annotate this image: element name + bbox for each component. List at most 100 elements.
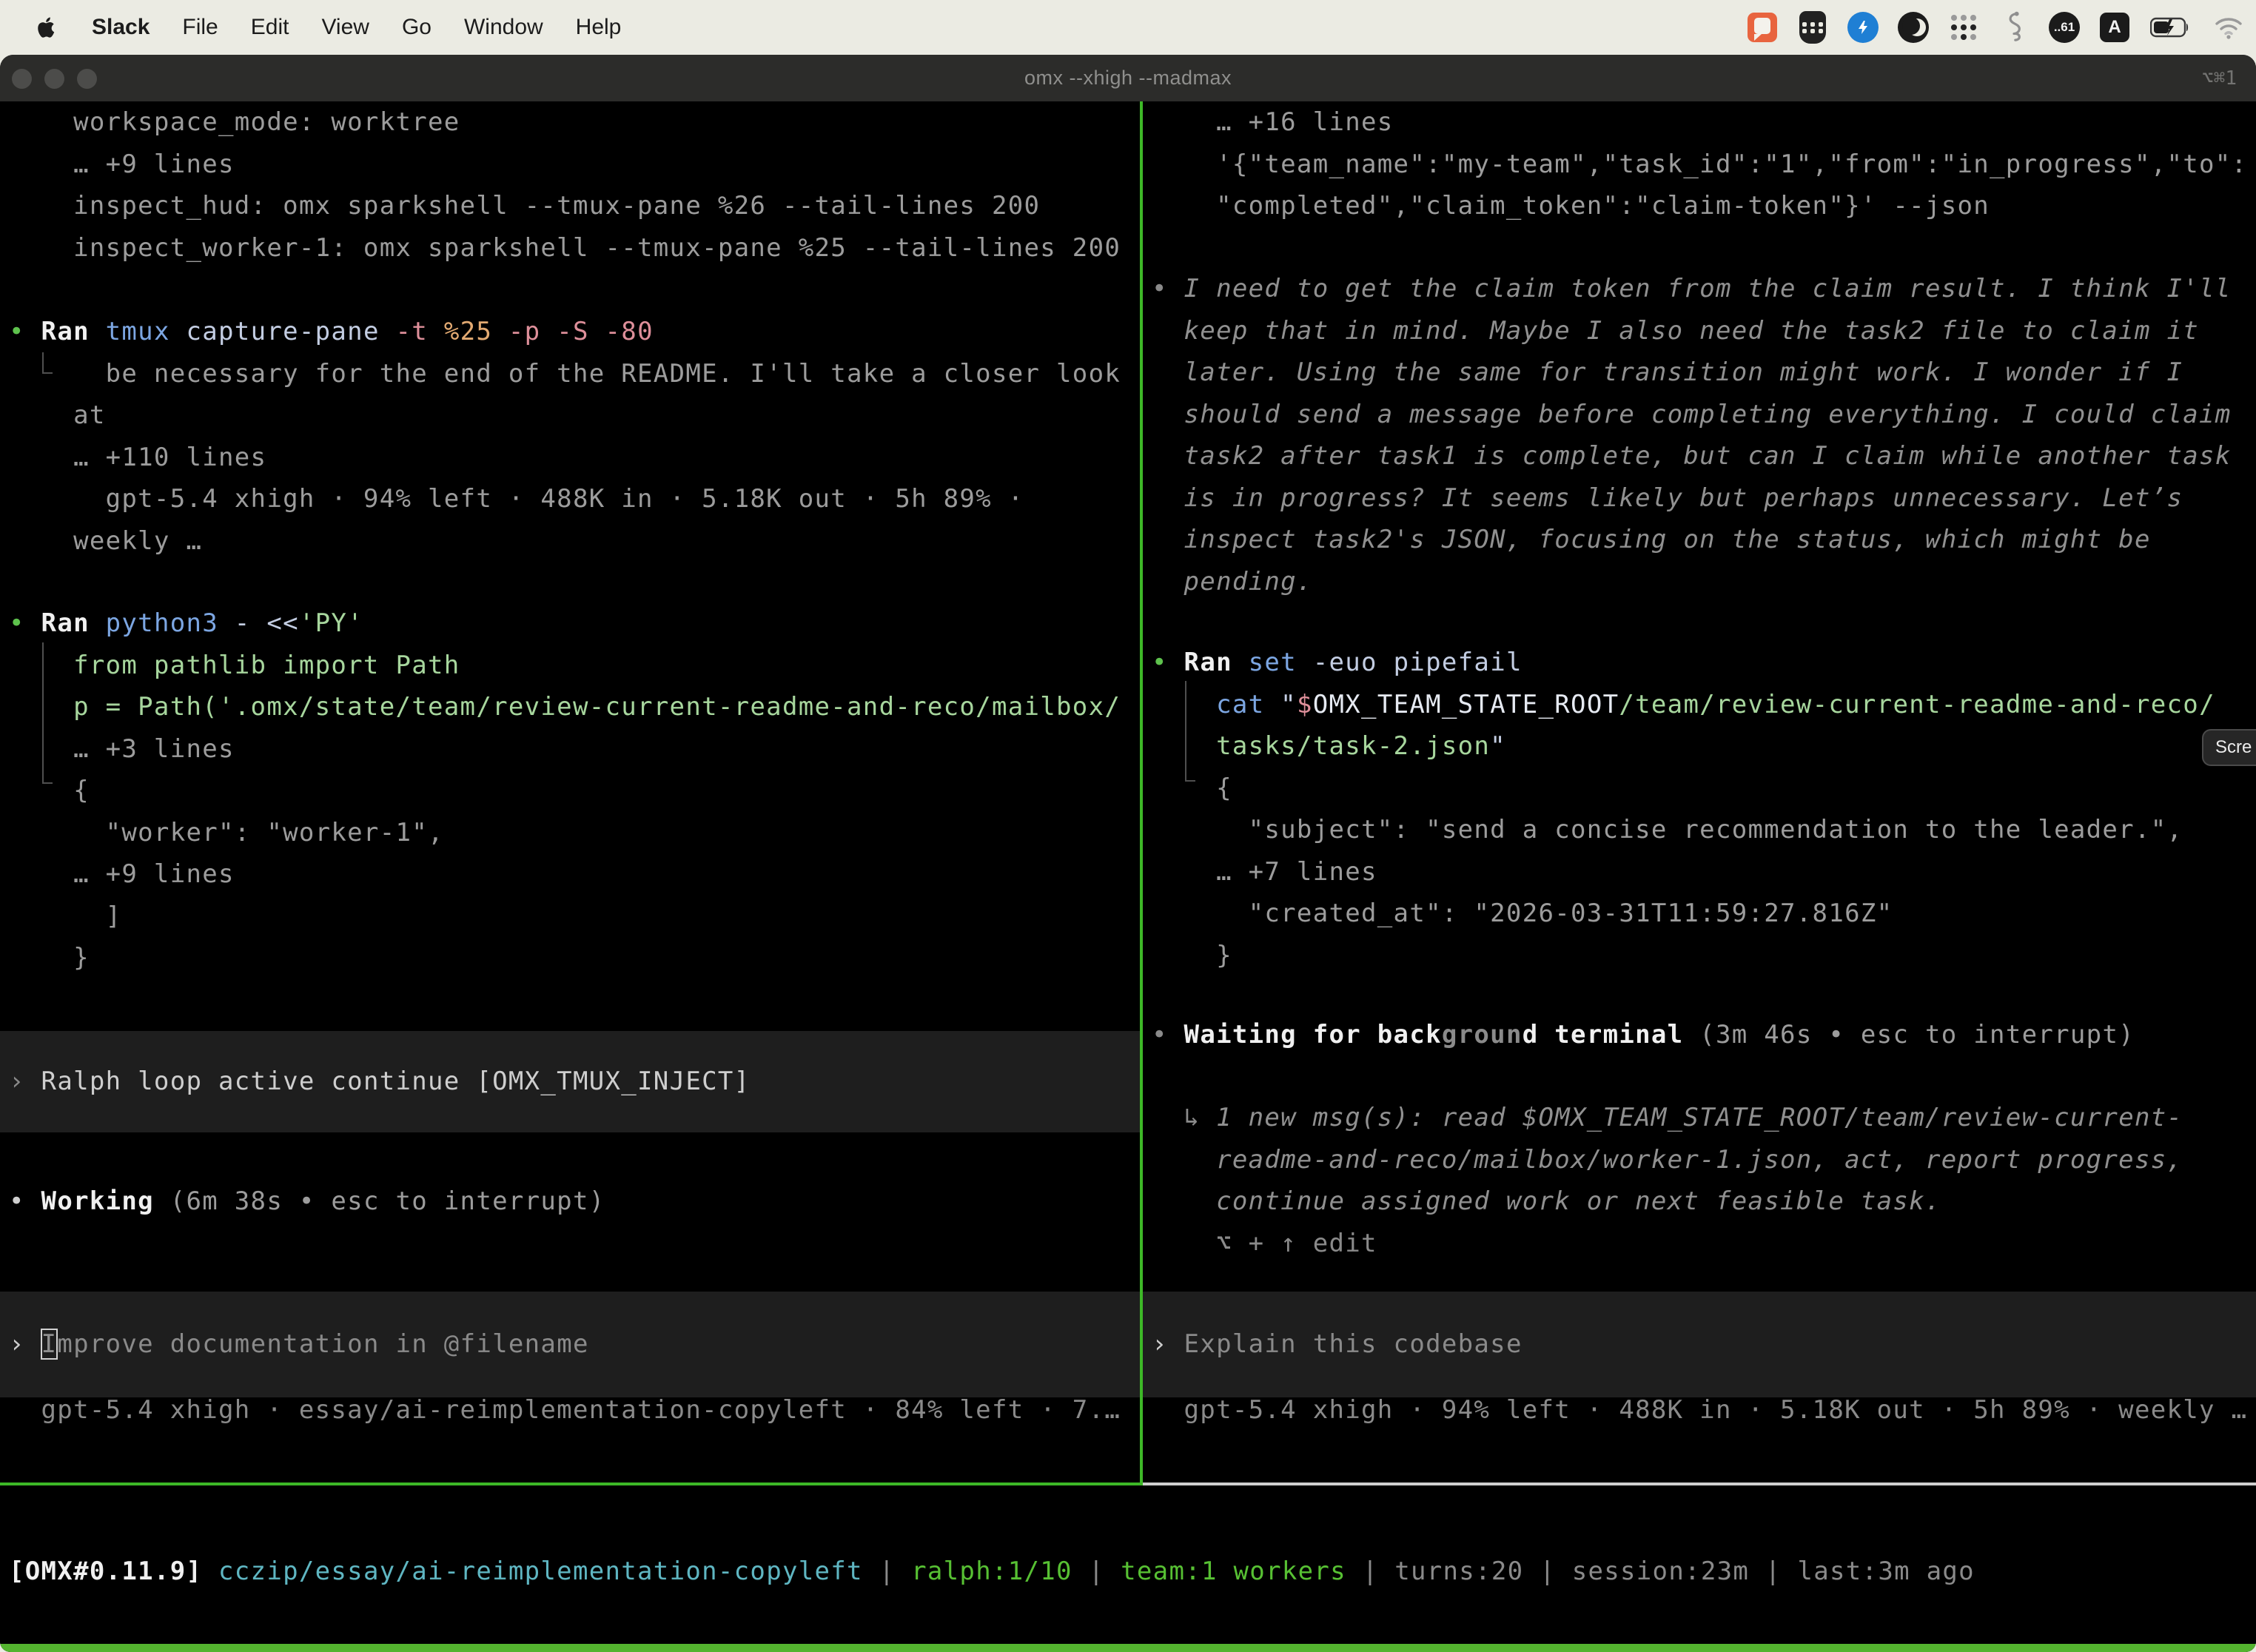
terminal-text: from pathlib import Path — [9, 651, 460, 680]
terminal-line: • I need to get the claim token from the… — [1152, 268, 2256, 310]
terminal-text: gpt-5.4 xhigh · 94% left · 488K in · 5.1… — [1152, 1395, 2247, 1425]
terminal-line: ↳ 1 new msg(s): read $OMX_TEAM_STATE_ROO… — [1152, 1097, 2256, 1139]
terminal-line: is in progress? It seems likely but perh… — [1152, 477, 2256, 520]
privacy-shield-icon[interactable] — [1799, 11, 1826, 44]
thinking-block: • I need to get the claim token from the… — [1152, 268, 2256, 602]
terminal-line: weekly … — [9, 520, 1140, 563]
terminal-text: '{"team_name":"my-team","task_id":"1","f… — [1152, 150, 2247, 179]
menu-app-name[interactable]: Slack — [92, 15, 150, 40]
squiggle-status-icon[interactable] — [1998, 12, 2030, 43]
terminal-text: • — [9, 317, 41, 346]
terminal-line: • Ran set -euo pipefail — [1152, 642, 2256, 684]
crescent-app-icon[interactable] — [1898, 12, 1929, 43]
terminal-text: 1 new msg(s): read $OMX_TEAM_STATE_ROOT/… — [1216, 1103, 2183, 1132]
terminal-line: from pathlib import Path — [9, 645, 1140, 687]
terminal-line: { — [1152, 768, 2256, 810]
terminal-line: … +7 lines — [1152, 851, 2256, 893]
terminal-line: pending. — [1152, 561, 2256, 603]
terminal-text: task2 after task1 is complete, but can I… — [1152, 441, 2232, 471]
config-output-block: workspace_mode: worktree … +9 lines insp… — [9, 101, 1140, 269]
terminal-text: cat — [1216, 690, 1264, 719]
terminal-text: pending. — [1152, 567, 1313, 597]
json-output-block: … +16 lines '{"team_name":"my-team","tas… — [1152, 101, 2256, 227]
terminal-line: … +3 lines — [9, 728, 1140, 770]
terminal-text: workspace_mode: worktree — [9, 107, 460, 137]
terminal-text: … +9 lines — [9, 150, 235, 179]
terminal-line: • Ran tmux capture-pane -t %25 -p -S -80 — [9, 311, 1140, 353]
terminal-text: tasks/task-2.json — [1152, 731, 1490, 761]
ran-cat-block: • Ran set -euo pipefail cat "$OMX_TEAM_S… — [1152, 642, 2256, 976]
terminal-text: - — [218, 608, 266, 638]
terminal-line: • Ran python3 - <<'PY' — [9, 602, 1140, 645]
battery-icon[interactable] — [2149, 12, 2194, 43]
terminal-text: Working — [41, 1186, 154, 1216]
terminal-text: } — [1152, 941, 1232, 970]
terminal-content: workspace_mode: worktree … +9 lines insp… — [0, 101, 2256, 1652]
terminal-line: keep that in mind. Maybe I also need the… — [1152, 310, 2256, 352]
terminal-text: • — [9, 1186, 41, 1216]
terminal-text: Ralph loop active continue [OMX_TMUX_INJ… — [41, 1067, 751, 1096]
keyboard-layout-icon[interactable]: A — [2100, 13, 2129, 42]
terminal-line: … +16 lines — [1152, 101, 2256, 144]
window-titlebar[interactable]: omx --xhigh --madmax ⌥⌘1 — [0, 55, 2256, 101]
terminal-line: be necessary for the end of the README. … — [9, 353, 1140, 395]
terminal-text: cczip/essay/ai-reimplementation-copyleft — [202, 1557, 863, 1586]
window-title: omx --xhigh --madmax — [0, 55, 2256, 101]
left-pane[interactable]: workspace_mode: worktree … +9 lines insp… — [0, 101, 1140, 1485]
terminal-line: inspect_worker-1: omx sparkshell --tmux-… — [9, 227, 1140, 269]
right-pane[interactable]: … +16 lines '{"team_name":"my-team","tas… — [1143, 101, 2256, 1485]
terminal-line: gpt-5.4 xhigh · 94% left · 488K in · 5.1… — [1152, 1389, 2256, 1431]
menu-go[interactable]: Go — [402, 15, 432, 40]
terminal-line: task2 after task1 is complete, but can I… — [1152, 435, 2256, 477]
terminal-line: • Working (6m 38s • esc to interrupt) — [9, 1181, 1140, 1223]
terminal-line: should send a message before completing … — [1152, 394, 2256, 436]
terminal-text: gpt-5.4 xhigh · essay/ai-reimplementatio… — [9, 1395, 1121, 1425]
terminal-text: gpt-5.4 xhigh · 94% left · 488K in · 5.1… — [9, 484, 1024, 514]
menu-window[interactable]: Window — [464, 15, 543, 40]
terminal-line: › Explain this codebase — [1152, 1323, 2256, 1366]
menu-edit[interactable]: Edit — [251, 15, 289, 40]
menu-bar-status-icons: ..61 A — [1747, 0, 2244, 55]
terminal-text: › — [1152, 1329, 1184, 1359]
prompt-input-right[interactable]: › Explain this codebase — [1143, 1292, 2256, 1397]
terminal-text: later. Using the same for transition mig… — [1152, 357, 2183, 387]
terminal-text: | turns:20 | session:23m | last:3m ago — [1346, 1557, 1975, 1586]
terminal-line: "subject": "send a concise recommendatio… — [1152, 809, 2256, 851]
terminal-line: • Waiting for background terminal (3m 46… — [1152, 1014, 2256, 1056]
terminal-line: '{"team_name":"my-team","task_id":"1","f… — [1152, 144, 2256, 186]
terminal-line: › Improve documentation in @filename — [9, 1323, 1140, 1366]
terminal-text — [1152, 690, 1216, 719]
prompt-input-left[interactable]: › Improve documentation in @filename — [0, 1292, 1140, 1397]
terminal-text: Ran — [1184, 648, 1232, 677]
terminal-text: weekly … — [9, 526, 202, 556]
app-menus: Slack File Edit View Go Window Help — [92, 15, 621, 40]
sync-badge-icon[interactable] — [1847, 12, 1879, 43]
terminal-text: • — [1152, 648, 1184, 677]
terminal-text: | — [1072, 1557, 1121, 1586]
apple-menu-icon[interactable] — [34, 13, 59, 42]
terminal-text: (3m 46s • esc to interrupt) — [1683, 1020, 2135, 1050]
terminal-text: -p -S -80 — [492, 317, 654, 346]
terminal-text: I need to get the claim token from the c… — [1184, 274, 2232, 303]
terminal-text: } — [9, 943, 90, 973]
vpn-badge-icon[interactable]: ..61 — [2049, 12, 2080, 43]
working-status: • Working (6m 38s • esc to interrupt) — [9, 1181, 1140, 1223]
menu-help[interactable]: Help — [576, 15, 622, 40]
dots-grid-icon[interactable] — [1951, 15, 1976, 40]
tmux-status-bar: [omx-cczip0:bash* "MacBook-Pro-44.local"… — [0, 1644, 2256, 1652]
terminal-line: gpt-5.4 xhigh · essay/ai-reimplementatio… — [9, 1389, 1140, 1431]
terminal-line: "completed","claim_token":"claim-token"}… — [1152, 185, 2256, 227]
session-status-left: gpt-5.4 xhigh · essay/ai-reimplementatio… — [9, 1389, 1140, 1431]
menu-view[interactable]: View — [321, 15, 369, 40]
terminal-text: tmux — [90, 317, 170, 346]
terminal-text: be necessary for the end of the README. … — [9, 359, 1121, 389]
terminal-line: "worker": "worker-1", — [9, 812, 1140, 854]
menu-file[interactable]: File — [182, 15, 218, 40]
chat-app-status-icon[interactable] — [1748, 13, 1777, 42]
terminal-text: readme-and-reco/mailbox/worker-1.json, a… — [1152, 1145, 2183, 1175]
terminal-text: /team/review-current-readme-and-reco/ — [1619, 690, 2215, 719]
terminal-text: … +9 lines — [9, 859, 235, 889]
terminal-text: inspect_hud: omx sparkshell --tmux-pane … — [9, 191, 1040, 221]
terminal-text: "completed","claim_token":"claim-token"}… — [1152, 191, 1990, 221]
wifi-icon[interactable] — [2213, 12, 2244, 43]
